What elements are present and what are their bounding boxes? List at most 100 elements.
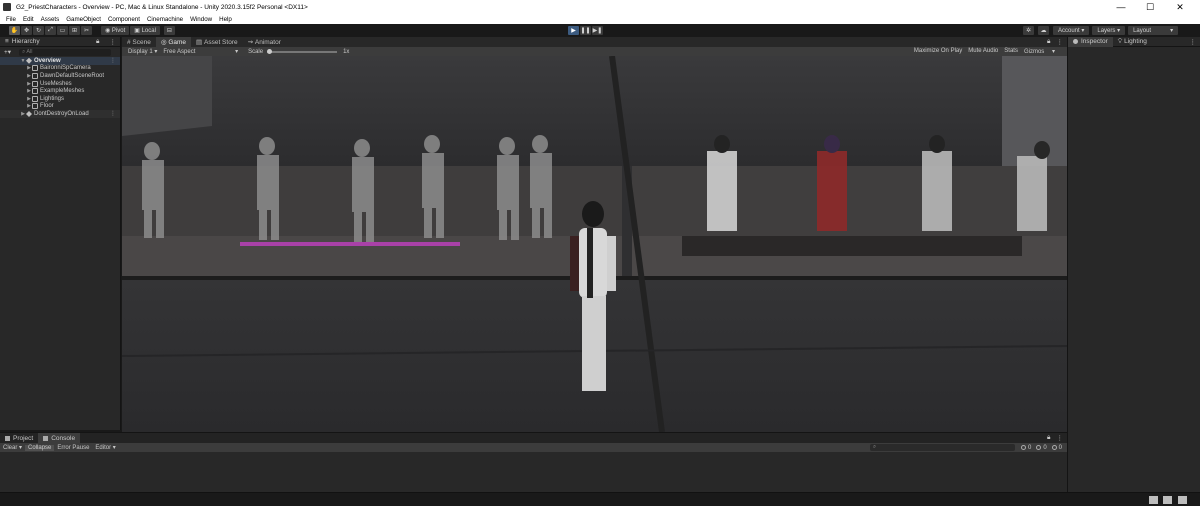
collapse-toggle[interactable]: Collapse <box>25 444 55 451</box>
tab-project[interactable]: Project <box>0 433 38 443</box>
lock-icon[interactable]: 🔒︎ <box>1047 38 1050 46</box>
scale-tool-icon[interactable]: ⤢ <box>45 26 56 35</box>
maximize-on-play-toggle[interactable]: Maximize On Play <box>914 48 962 55</box>
layout-dropdown[interactable]: Layout ▾ <box>1128 26 1179 35</box>
gameobject-icon <box>32 65 38 72</box>
tab-animator[interactable]: ⇝ Animator <box>243 37 286 47</box>
tab-label: Scene <box>132 38 151 46</box>
menu-window[interactable]: Window <box>190 16 212 23</box>
menu-assets[interactable]: Assets <box>41 16 60 23</box>
step-icon: ▶❚ <box>592 28 603 34</box>
scale-slider-knob[interactable] <box>267 48 273 54</box>
warning-icon <box>1036 445 1042 450</box>
kebab-menu-icon[interactable]: ⋮ <box>110 38 117 46</box>
hierarchy-item[interactable]: ▶ DawnDefaultSceneRoot <box>0 72 120 80</box>
menu-file[interactable]: File <box>6 16 16 23</box>
layers-dropdown[interactable]: Layers ▾ <box>1092 26 1126 35</box>
tab-asset-store[interactable]: ▤ Asset Store <box>191 37 243 47</box>
scale-slider[interactable] <box>267 48 338 54</box>
kebab-menu-icon[interactable]: ⋮ <box>1057 434 1064 442</box>
warning-count-value: 0 <box>1043 444 1047 451</box>
rect-tool-icon[interactable]: ▭ <box>57 26 68 35</box>
hierarchy-item[interactable]: ▶ Floor <box>0 103 120 111</box>
error-count[interactable]: 0 <box>1051 445 1062 451</box>
minimize-button[interactable]: — <box>1107 0 1135 14</box>
hierarchy-scene-overview[interactable]: ▼ Overview ⋮ <box>0 57 120 65</box>
services-icon[interactable]: ✲ <box>1023 26 1034 35</box>
layers-label: Layers <box>1097 27 1116 34</box>
folder-icon <box>5 435 10 441</box>
aspect-label: Free Aspect <box>163 49 196 55</box>
hierarchy-item-label: DawnDefaultSceneRoot <box>40 72 105 79</box>
menu-component[interactable]: Component <box>108 16 140 23</box>
kebab-menu-icon[interactable]: ⋮ <box>110 57 116 64</box>
hierarchy-item[interactable]: ▶ ExampleMeshes <box>0 87 120 95</box>
hierarchy-scene-dontdestroy[interactable]: ▶ DontDestroyOnLoad ⋮ <box>0 110 120 118</box>
kebab-menu-icon[interactable]: ⋮ <box>110 110 116 117</box>
menu-gameobject[interactable]: GameObject <box>66 16 101 23</box>
hand-tool-icon[interactable]: ✋ <box>9 26 20 35</box>
menu-cinemachine[interactable]: Cinemachine <box>147 16 183 23</box>
lock-icon[interactable]: 🔒︎ <box>1047 434 1050 442</box>
custom-tool-icon[interactable]: ✂ <box>81 26 92 35</box>
rotate-tool-icon[interactable]: ↻ <box>33 26 44 35</box>
view-tab-bar: # Scene ◎ Game ▤ Asset Store ⇝ Animator … <box>122 37 1067 47</box>
tab-game[interactable]: ◎ Game <box>155 37 192 47</box>
gizmos-dropdown[interactable]: Gizmos ▾ <box>1024 48 1061 55</box>
window-title-bar: G2_PriestCharacters - Overview - PC, Mac… <box>0 0 1200 14</box>
console-search-input[interactable]: ⌕ <box>869 444 1015 451</box>
pivot-label: Pivot <box>111 27 126 34</box>
tab-hierarchy[interactable]: ≡ Hierarchy 🔒︎ ⋮ <box>0 37 120 47</box>
scene-icon <box>26 57 32 64</box>
kebab-menu-icon[interactable]: ⋮ <box>1190 38 1197 46</box>
kebab-menu-icon[interactable]: ⋮ <box>1057 38 1064 46</box>
editor-dropdown[interactable]: Editor ▾ <box>92 444 118 451</box>
cloud-icon[interactable]: ☁ <box>1038 26 1049 35</box>
pause-button[interactable]: ❚❚ <box>580 26 591 35</box>
stats-toggle[interactable]: Stats <box>1004 48 1018 55</box>
hierarchy-item[interactable]: ▶ BaironniSpCamera <box>0 65 120 73</box>
step-button[interactable]: ▶❚ <box>592 26 603 35</box>
tab-scene[interactable]: # Scene <box>122 37 156 47</box>
tab-console[interactable]: Console <box>38 433 81 443</box>
clear-dropdown[interactable]: Clear ▾ <box>0 444 25 451</box>
warning-count[interactable]: 0 <box>1036 444 1047 451</box>
local-toggle[interactable]: ▣ Local <box>130 26 160 35</box>
chevron-down-icon[interactable]: ▼ <box>20 58 26 64</box>
play-button[interactable]: ▶ <box>568 26 579 35</box>
grid-snap-icon[interactable]: ⊟ <box>163 26 175 35</box>
tab-lighting[interactable]: 💡︎ Lighting <box>1113 37 1152 47</box>
progress-icon[interactable] <box>1163 496 1172 504</box>
log-count[interactable]: 0 <box>1020 445 1031 451</box>
add-icon[interactable]: +▾ <box>4 48 11 56</box>
chevron-right-icon[interactable]: ▶ <box>20 111 26 117</box>
chevron-down-icon: ▾ <box>1117 28 1121 34</box>
display-dropdown[interactable]: Display 1 ▾ <box>128 48 157 55</box>
mute-audio-toggle[interactable]: Mute Audio <box>968 48 998 55</box>
aspect-dropdown[interactable]: Free Aspect ▾ <box>163 48 238 55</box>
info-icon <box>1073 39 1078 44</box>
hierarchy-tab-label: Hierarchy <box>11 38 40 45</box>
collab-icon[interactable] <box>1149 496 1158 504</box>
pivot-toggle[interactable]: ◉ Pivot <box>101 26 130 35</box>
menu-help[interactable]: Help <box>219 16 232 23</box>
gameobject-icon <box>32 80 38 87</box>
scale-value: 1x <box>343 48 350 55</box>
close-button[interactable]: ✕ <box>1166 0 1194 14</box>
move-tool-icon[interactable]: ✥ <box>21 26 32 35</box>
lock-icon[interactable]: 🔒︎ <box>96 38 99 46</box>
hierarchy-item[interactable]: ▶ Lightings <box>0 95 120 103</box>
error-pause-toggle[interactable]: Error Pause <box>54 445 92 451</box>
hierarchy-search-input[interactable]: ⌕ All <box>19 48 112 56</box>
transform-tool-icon[interactable]: ⊞ <box>69 26 80 35</box>
tab-inspector[interactable]: Inspector <box>1068 36 1113 47</box>
account-dropdown[interactable]: Account ▾ <box>1053 26 1090 35</box>
gameobject-icon <box>32 72 38 79</box>
maximize-button[interactable]: ☐ <box>1136 0 1164 14</box>
menu-edit[interactable]: Edit <box>23 16 34 23</box>
debug-icon[interactable] <box>1178 496 1187 504</box>
hierarchy-item[interactable]: ▶ UseMeshes <box>0 80 120 88</box>
chevron-down-icon: ▾ <box>112 445 116 451</box>
game-viewport[interactable] <box>122 56 1067 432</box>
hierarchy-item-label: Lightings <box>40 95 65 102</box>
